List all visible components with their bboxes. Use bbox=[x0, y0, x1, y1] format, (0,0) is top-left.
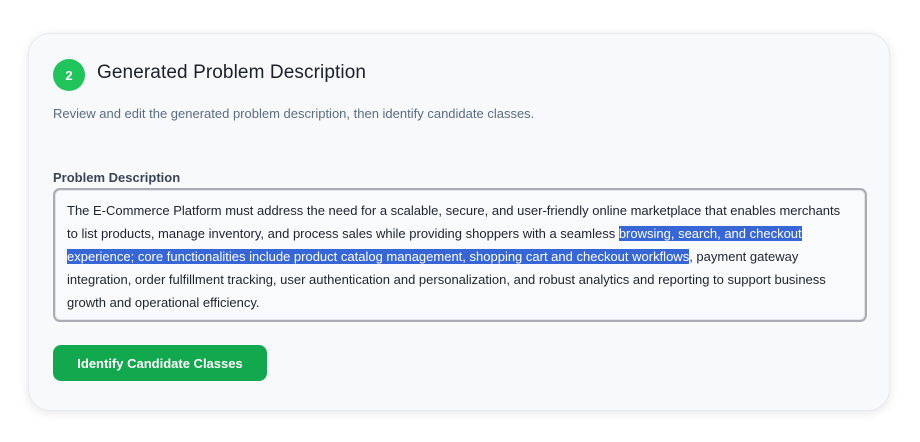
problem-description-textarea[interactable]: The E-Commerce Platform must address the… bbox=[53, 188, 867, 322]
identify-candidate-classes-button[interactable]: Identify Candidate Classes bbox=[53, 345, 267, 381]
step-number-badge: 2 bbox=[53, 59, 85, 91]
problem-description-label: Problem Description bbox=[53, 170, 181, 185]
problem-description-card: 2 Generated Problem Description Review a… bbox=[28, 33, 890, 411]
section-subtitle: Review and edit the generated problem de… bbox=[53, 106, 535, 121]
section-title: Generated Problem Description bbox=[97, 62, 367, 83]
